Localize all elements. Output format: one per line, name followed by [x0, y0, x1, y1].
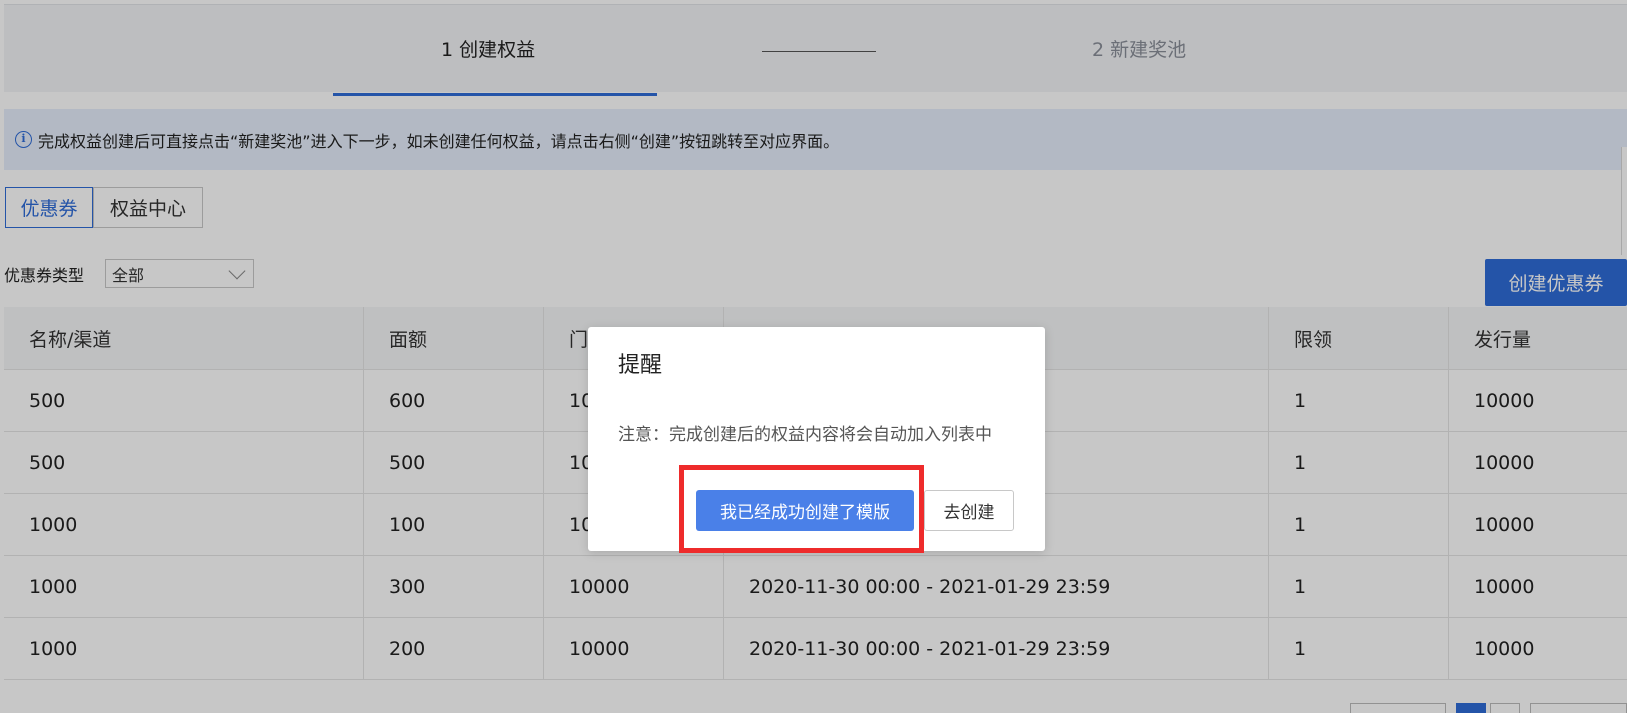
dialog-message: 注意：完成创建后的权益内容将会自动加入列表中 [618, 425, 992, 445]
page: 1 创建权益 2 新建奖池 i 完成权益创建后可直接点击“新建奖池”进入下一步，… [0, 0, 1627, 713]
highlight-box [679, 465, 924, 553]
go-create-button[interactable]: 去创建 [924, 490, 1014, 531]
dialog-title: 提醒 [618, 353, 663, 378]
